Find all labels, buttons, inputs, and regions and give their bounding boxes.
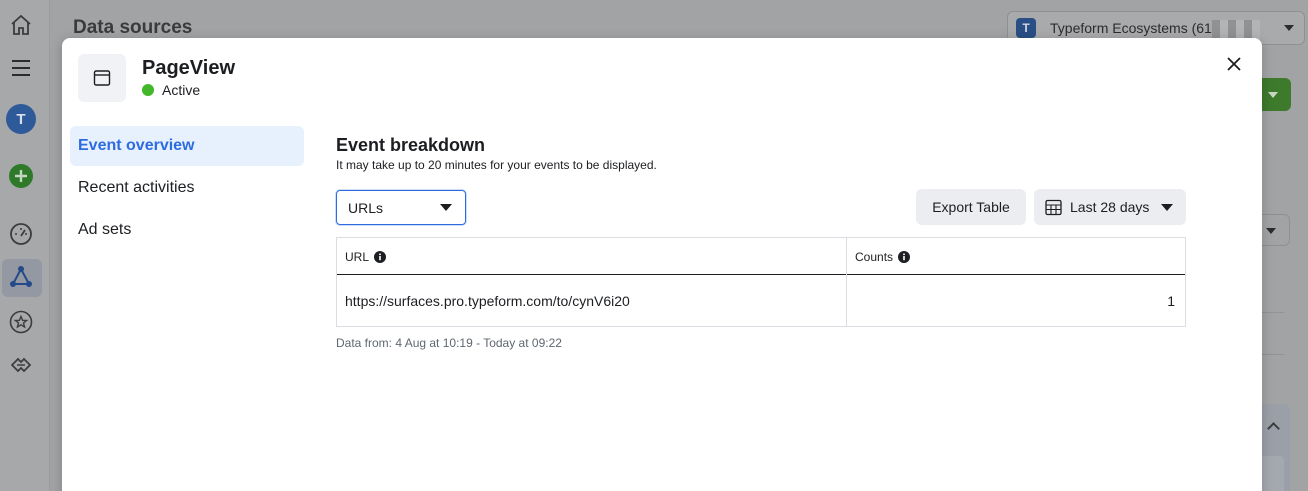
create-icon[interactable] [8, 163, 34, 189]
redacted-account-id [1212, 20, 1260, 40]
column-header-label: Counts [855, 249, 894, 264]
section-title: Event breakdown [336, 135, 486, 155]
avatar-letter: T [16, 110, 26, 128]
breakdown-dropdown[interactable]: URLs [336, 190, 466, 225]
info-icon[interactable] [898, 250, 911, 263]
page-title: Data sources [73, 17, 193, 38]
events-manager-icon[interactable] [8, 264, 34, 290]
column-header-label: URL [345, 249, 370, 264]
column-header-counts: Counts [847, 238, 911, 275]
event-status: Active [142, 82, 200, 98]
table-cell-count: 1 [1167, 293, 1175, 309]
table-header: URL Counts [337, 238, 1185, 275]
date-range-button[interactable]: Last 28 days [1034, 189, 1186, 225]
star-icon[interactable] [8, 309, 34, 335]
avatar[interactable]: T [6, 104, 36, 134]
chevron-down-icon [1284, 25, 1294, 31]
divider [1262, 354, 1284, 355]
dashboard-gauge-icon[interactable] [8, 221, 34, 247]
left-navigation-rail: T [0, 0, 50, 491]
background-dropdown-button[interactable] [1258, 78, 1291, 111]
table-cell-url: https://surfaces.pro.typeform.com/to/cyn… [345, 293, 630, 309]
nav-item-ad-sets[interactable]: Ad sets [70, 210, 304, 250]
background-panel-inner [1262, 456, 1284, 491]
account-name: Typeform Ecosystems (61 [1050, 20, 1212, 36]
caret-down-icon [440, 204, 452, 211]
nav-item-event-overview[interactable]: Event overview [70, 126, 304, 166]
caret-down-icon [1161, 204, 1173, 211]
close-button[interactable] [1224, 54, 1244, 74]
home-icon[interactable] [8, 12, 34, 38]
calendar-icon [1045, 199, 1062, 216]
browser-window-icon [93, 70, 111, 86]
close-icon [1227, 57, 1241, 71]
status-dot-icon [142, 84, 154, 96]
background-select[interactable] [1258, 214, 1290, 246]
event-title: PageView [142, 57, 236, 79]
event-breakdown-table: URL Counts https://surfaces.pro.typeform… [336, 237, 1186, 327]
column-header-url: URL [337, 238, 387, 275]
info-icon[interactable] [374, 250, 387, 263]
account-avatar: T [1016, 18, 1036, 38]
event-icon-box [78, 54, 126, 102]
section-subtitle: It may take up to 20 minutes for your ev… [336, 158, 657, 172]
data-range-footnote: Data from: 4 Aug at 10:19 - Today at 09:… [336, 336, 562, 350]
nav-item-recent-activities[interactable]: Recent activities [70, 168, 304, 208]
breakdown-dropdown-value: URLs [348, 199, 384, 216]
menu-icon[interactable] [8, 55, 34, 81]
date-range-label: Last 28 days [1070, 199, 1150, 215]
event-details-dialog: PageView Active Event overview Recent ac… [62, 38, 1262, 491]
divider [1262, 312, 1284, 313]
export-table-button[interactable]: Export Table [916, 189, 1026, 225]
status-label: Active [162, 82, 201, 98]
partnership-handshake-icon[interactable] [8, 352, 34, 378]
